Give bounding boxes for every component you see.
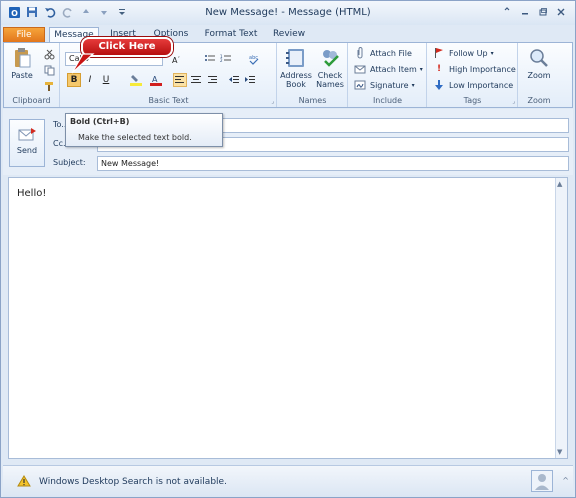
align-left-icon[interactable] <box>173 73 187 87</box>
spellcheck-icon[interactable]: abc <box>247 52 261 66</box>
attach-item-icon <box>353 62 367 76</box>
zoom-label: Zoom <box>527 96 551 105</box>
body-text: Hello! <box>17 188 47 199</box>
bold-tooltip: Bold (Ctrl+B) Make the selected text bol… <box>65 113 223 147</box>
signature-icon <box>353 78 367 92</box>
tags-label: Tags <box>463 96 482 105</box>
basic-text-launcher-icon[interactable]: ⌟ <box>271 98 274 105</box>
italic-icon[interactable]: I <box>83 73 97 87</box>
clipboard-label: Clipboard <box>12 96 51 105</box>
signature-label: Signature <box>370 80 409 90</box>
tags-launcher-icon[interactable]: ⌟ <box>512 98 515 105</box>
attach-file-button[interactable]: Attach File <box>353 46 412 60</box>
message-body[interactable]: Hello! ▲ ▼ <box>8 177 568 459</box>
scroll-down-icon[interactable]: ▼ <box>557 448 562 456</box>
window-controls <box>499 5 569 19</box>
tab-format-text[interactable]: Format Text <box>199 27 263 43</box>
address-book-label-1: Address <box>280 71 312 80</box>
svg-text:2: 2 <box>220 58 223 63</box>
format-painter-icon[interactable] <box>42 79 56 93</box>
bold-icon[interactable]: B <box>67 73 81 87</box>
attach-item-dropdown-icon: ▾ <box>419 65 423 73</box>
check-names-label-2: Names <box>316 80 344 89</box>
expand-people-pane-icon[interactable]: ^ <box>562 476 569 485</box>
decrease-indent-icon[interactable] <box>227 73 241 87</box>
zoom-group: Zoom Zoom <box>519 43 559 107</box>
address-book-button[interactable]: Address Book <box>280 47 312 89</box>
tab-file[interactable]: File <box>3 27 45 43</box>
svg-text:A: A <box>152 75 158 84</box>
tooltip-title: Bold (Ctrl+B) <box>70 117 130 126</box>
address-book-icon <box>286 49 304 67</box>
increase-indent-icon[interactable] <box>243 73 257 87</box>
zoom-button[interactable]: Zoom <box>523 47 555 80</box>
cut-icon[interactable] <box>42 47 56 61</box>
window-title: New Message! - Message (HTML) <box>205 7 371 18</box>
subject-label: Subject: <box>53 158 86 167</box>
include-label: Include <box>372 96 403 105</box>
flag-icon <box>432 46 446 60</box>
check-names-label-1: Check <box>317 71 343 80</box>
align-right-icon[interactable] <box>205 73 219 87</box>
paste-label: Paste <box>11 71 33 80</box>
attach-file-label: Attach File <box>370 48 412 58</box>
vertical-scrollbar[interactable]: ▲ ▼ <box>555 178 567 458</box>
minimize-icon[interactable] <box>517 5 533 19</box>
tab-review[interactable]: Review <box>267 27 311 43</box>
clipboard-group: Paste Clipboard <box>4 43 60 107</box>
status-bar: Windows Desktop Search is not available.… <box>3 465 573 497</box>
high-importance-icon: ! <box>436 64 442 74</box>
close-icon[interactable] <box>553 5 569 19</box>
signature-dropdown-icon: ▾ <box>411 81 415 89</box>
low-importance-button[interactable]: Low Importance <box>432 78 513 92</box>
message-window: O New Message! - Message (HTML) File Mes… <box>0 0 576 498</box>
signature-button[interactable]: Signature ▾ <box>353 78 415 92</box>
tags-group: Follow Up ▾ ! High Importance Low Import… <box>428 43 518 107</box>
status-text: Windows Desktop Search is not available. <box>39 477 227 487</box>
send-button[interactable]: Send <box>9 119 45 167</box>
scroll-up-icon[interactable]: ▲ <box>557 180 562 188</box>
tooltip-description: Make the selected text bold. <box>78 133 192 142</box>
magnifier-icon <box>530 49 548 67</box>
numbering-icon[interactable]: 12 <box>219 52 233 66</box>
restore-icon[interactable] <box>535 5 551 19</box>
high-importance-label: High Importance <box>449 64 516 74</box>
title-bar: O New Message! - Message (HTML) <box>1 1 575 25</box>
bullets-icon[interactable] <box>203 52 217 66</box>
address-book-label-2: Book <box>286 80 306 89</box>
high-importance-button[interactable]: ! High Importance <box>432 62 516 76</box>
help-icon[interactable] <box>499 5 515 19</box>
check-names-icon <box>323 50 339 67</box>
low-importance-icon <box>432 78 446 92</box>
shrink-font-icon[interactable]: Aˇ <box>169 53 183 67</box>
underline-icon[interactable]: U <box>99 73 113 87</box>
attach-item-button[interactable]: Attach Item ▾ <box>353 62 423 76</box>
follow-up-button[interactable]: Follow Up ▾ <box>432 46 494 60</box>
subject-field[interactable]: New Message! <box>97 156 569 171</box>
send-label: Send <box>16 146 38 155</box>
copy-icon[interactable] <box>42 63 56 77</box>
follow-up-dropdown-icon: ▾ <box>490 49 494 57</box>
zoom-label-button: Zoom <box>527 71 551 80</box>
warning-icon <box>17 475 31 490</box>
font-color-icon[interactable]: A <box>149 73 163 87</box>
follow-up-label: Follow Up <box>449 48 488 58</box>
people-pane-avatar[interactable] <box>531 470 553 492</box>
paperclip-icon <box>353 46 367 60</box>
paste-button[interactable]: Paste <box>8 47 36 80</box>
paste-icon <box>15 48 31 68</box>
include-group: Attach File Attach Item ▾ Signature ▾ In… <box>349 43 427 107</box>
low-importance-label: Low Importance <box>449 80 514 90</box>
send-icon <box>18 128 36 141</box>
attach-item-label: Attach Item <box>370 64 417 74</box>
check-names-button[interactable]: Check Names <box>314 47 346 89</box>
highlight-icon[interactable] <box>129 73 143 87</box>
align-center-icon[interactable] <box>189 73 203 87</box>
callout-pointer <box>71 53 95 74</box>
names-label: Names <box>298 96 327 105</box>
names-group: Address Book Check Names Names <box>278 43 348 107</box>
basic-text-label: Basic Text <box>148 96 189 105</box>
